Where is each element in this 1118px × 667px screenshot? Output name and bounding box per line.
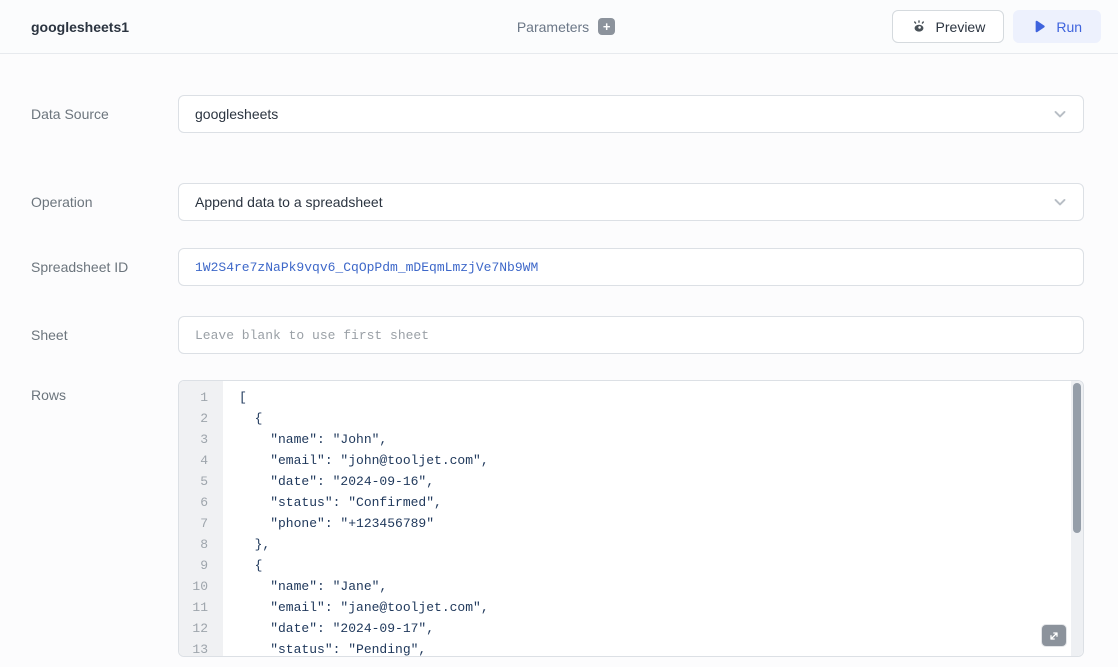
topbar-actions: Preview Run [615,10,1101,43]
line-content: "email": "john@tooljet.com", [223,450,489,471]
play-icon [1032,19,1047,34]
line-content: [ [223,387,247,408]
line-number: 11 [179,597,223,618]
field-label-operation: Operation [31,194,178,210]
line-content: "date": "2024-09-17", [223,618,434,639]
eye-icon [911,19,927,35]
code-line: 13 "status": "Pending", [179,639,1083,657]
data-source-select[interactable]: googlesheets [178,95,1084,133]
code-line: 5 "date": "2024-09-16", [179,471,1083,492]
data-source-row: Data Source googlesheets [31,95,1084,133]
line-number: 8 [179,534,223,555]
operation-value: Append data to a spreadsheet [195,194,383,210]
line-content: "name": "John", [223,429,387,450]
parameters-label: Parameters [517,19,589,35]
data-source-value: googlesheets [195,106,278,122]
query-form: Data Source googlesheets Operation Appen… [0,95,1118,657]
topbar-left: googlesheets1 [31,19,517,35]
line-content: { [223,555,262,576]
chevron-down-icon [1051,105,1069,123]
spreadsheet-id-row: Spreadsheet ID [31,248,1084,286]
code-line: 12 "date": "2024-09-17", [179,618,1083,639]
line-content: "status": "Confirmed", [223,492,442,513]
rows-row: Rows 1[2 {3 "name": "John",4 "email": "j… [31,380,1084,657]
line-content: "date": "2024-09-16", [223,471,434,492]
field-label-rows: Rows [31,380,178,403]
line-number: 3 [179,429,223,450]
code-line: 3 "name": "John", [179,429,1083,450]
sheet-input[interactable] [178,316,1084,354]
line-number: 9 [179,555,223,576]
sheet-row: Sheet [31,316,1084,354]
parameters-section: Parameters + [517,18,615,35]
code-line: 4 "email": "john@tooljet.com", [179,450,1083,471]
line-number: 10 [179,576,223,597]
expand-editor-button[interactable] [1041,624,1067,647]
operation-row: Operation Append data to a spreadsheet [31,183,1084,221]
line-content: "phone": "+123456789" [223,513,434,534]
field-label-spreadsheet-id: Spreadsheet ID [31,259,178,275]
preview-button[interactable]: Preview [892,10,1005,43]
plus-icon: + [603,19,611,35]
line-number: 7 [179,513,223,534]
code-line: 9 { [179,555,1083,576]
field-label-sheet: Sheet [31,327,178,343]
operation-select[interactable]: Append data to a spreadsheet [178,183,1084,221]
editor-scrollbar-thumb[interactable] [1073,383,1081,533]
line-content: { [223,408,262,429]
spreadsheet-id-input[interactable] [178,248,1084,286]
line-number: 12 [179,618,223,639]
line-number: 6 [179,492,223,513]
field-label-data-source: Data Source [31,106,178,122]
chevron-down-icon [1051,193,1069,211]
code-line: 1[ [179,387,1083,408]
run-label: Run [1056,19,1082,35]
line-content: }, [223,534,270,555]
query-name[interactable]: googlesheets1 [31,19,129,35]
rows-code-editor[interactable]: 1[2 {3 "name": "John",4 "email": "john@t… [178,380,1084,657]
line-number: 2 [179,408,223,429]
code-line: 7 "phone": "+123456789" [179,513,1083,534]
code-line: 8 }, [179,534,1083,555]
expand-icon [1048,630,1060,642]
code-line: 11 "email": "jane@tooljet.com", [179,597,1083,618]
code-line: 6 "status": "Confirmed", [179,492,1083,513]
preview-label: Preview [936,19,986,35]
line-number: 13 [179,639,223,657]
code-line: 2 { [179,408,1083,429]
line-number: 4 [179,450,223,471]
code-lines: 1[2 {3 "name": "John",4 "email": "john@t… [179,381,1083,657]
line-number: 5 [179,471,223,492]
line-number: 1 [179,387,223,408]
run-button[interactable]: Run [1013,10,1101,43]
line-content: "email": "jane@tooljet.com", [223,597,489,618]
add-parameter-button[interactable]: + [598,18,615,35]
editor-scrollbar[interactable] [1071,381,1083,656]
code-line: 10 "name": "Jane", [179,576,1083,597]
line-content: "name": "Jane", [223,576,387,597]
line-content: "status": "Pending", [223,639,426,657]
query-editor-topbar: googlesheets1 Parameters + Preview [0,0,1118,54]
